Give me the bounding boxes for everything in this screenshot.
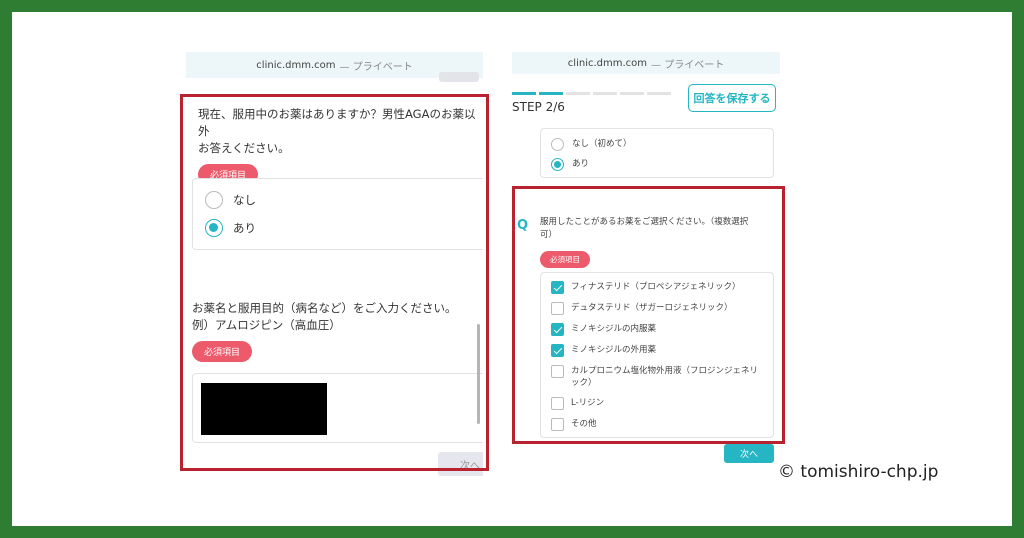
progress-segment [566, 92, 590, 95]
checkbox-label: フィナステリド（プロペシアジェネリック） [571, 282, 741, 292]
copyright-credit: © tomishiro-chp.jp [778, 462, 939, 482]
question-line: 服用したことがあるお薬をご選択ください。（複数選択 [540, 217, 749, 227]
left-screenshot: clinic.dmm.com — プライベート 現在、服用中のお薬はありますか？… [186, 52, 483, 476]
progress-segment [647, 92, 671, 95]
checkbox[interactable] [551, 365, 564, 378]
checkbox-label: L-リジン [571, 398, 605, 408]
close-tab[interactable] [439, 72, 479, 82]
checkbox-checked[interactable] [551, 344, 564, 357]
progress-segment [620, 92, 644, 95]
radio-label: あり [572, 159, 590, 169]
checkbox-minoxidil-oral[interactable]: ミノキシジルの内服薬 [551, 323, 656, 336]
private-label: — プライベート [339, 61, 413, 73]
checkbox-finasteride[interactable]: フィナステリド（プロペシアジェネリック） [551, 281, 741, 294]
progress-segment [539, 92, 563, 95]
checkbox[interactable] [551, 418, 564, 431]
checkbox-label: ミノキシジルの内服薬 [571, 324, 657, 334]
next-button[interactable]: 次へ [438, 452, 483, 476]
question-line: 現在、服用中のお薬はありますか？男性AGAのお薬以外 [198, 107, 476, 138]
radio-option-none[interactable]: なし [205, 191, 256, 209]
url-text: clinic.dmm.com [256, 59, 336, 71]
radio-button[interactable] [205, 191, 223, 209]
radio-label: なし [233, 193, 256, 207]
right-screenshot: clinic.dmm.com — プライベート STEP 2/6 回答を保存する… [512, 52, 780, 472]
question-line: 例）アムロジピン（高血圧） [192, 318, 341, 332]
progress-segment [512, 92, 536, 95]
checkbox-minoxidil-topical[interactable]: ミノキシジルの外用薬 [551, 344, 656, 357]
question-current-meds: 現在、服用中のお薬はありますか？男性AGAのお薬以外 お答えください。 [198, 106, 476, 157]
question-used-meds: 服用したことがあるお薬をご選択ください。（複数選択 可） [540, 216, 776, 242]
radio-option-none[interactable]: なし（初めて） [551, 138, 632, 151]
radio-option-yes[interactable]: あり [551, 158, 589, 171]
checkbox-checked[interactable] [551, 281, 564, 294]
question-mark: Q [517, 218, 529, 233]
checkbox-l-lysine[interactable]: L-リジン [551, 397, 604, 410]
checkbox-label: カルプロニウム塩化物外用液（フロジンジェネリック） [571, 366, 759, 388]
question-line: お薬名と服用目的（病名など）をご入力ください。 [192, 301, 457, 315]
url-text: clinic.dmm.com [567, 57, 648, 69]
progress-bar [512, 92, 671, 95]
checkbox-carpronium[interactable]: カルプロニウム塩化物外用液（フロジンジェネリック） [551, 365, 766, 389]
question-line: 可） [540, 230, 558, 240]
question-med-names: お薬名と服用目的（病名など）をご入力ください。 例）アムロジピン（高血圧） [192, 300, 482, 334]
radio-label: なし（初めて） [572, 139, 632, 149]
checkbox-dutasteride[interactable]: デュタステリド（ザガーロジェネリック） [551, 302, 733, 315]
redacted-text [201, 383, 327, 435]
checkbox-group: フィナステリド（プロペシアジェネリック） デュタステリド（ザガーロジェネリック）… [540, 272, 774, 438]
step-indicator: STEP 2/6 [512, 100, 565, 114]
checkbox-label: ミノキシジルの外用薬 [571, 345, 657, 355]
radio-label: あり [233, 221, 256, 235]
checkbox-label: デュタステリド（ザガーロジェネリック） [571, 303, 733, 313]
required-badge: 必須項目 [540, 251, 590, 268]
radio-button-selected[interactable] [205, 219, 223, 237]
next-button[interactable]: 次へ [724, 444, 774, 463]
progress-segment [593, 92, 617, 95]
checkbox[interactable] [551, 397, 564, 410]
radio-group: なし あり [192, 178, 483, 250]
required-badge: 必須項目 [192, 341, 253, 362]
radio-option-yes[interactable]: あり [205, 219, 256, 237]
question-line: お答えください。 [198, 141, 290, 155]
checkbox-label: その他 [571, 419, 597, 429]
radio-button-selected[interactable] [551, 158, 564, 171]
next-label: 次へ [460, 460, 480, 472]
previous-radio-group: なし（初めて） あり [540, 128, 774, 178]
checkbox[interactable] [551, 302, 564, 315]
checkbox-other[interactable]: その他 [551, 418, 597, 431]
url-bar: clinic.dmm.com — プライベート [512, 52, 780, 74]
save-answer-button[interactable]: 回答を保存する [688, 84, 776, 112]
private-label: — プライベート [651, 59, 725, 71]
checkbox-checked[interactable] [551, 323, 564, 336]
radio-button[interactable] [551, 138, 564, 151]
scrollbar[interactable] [477, 324, 480, 424]
